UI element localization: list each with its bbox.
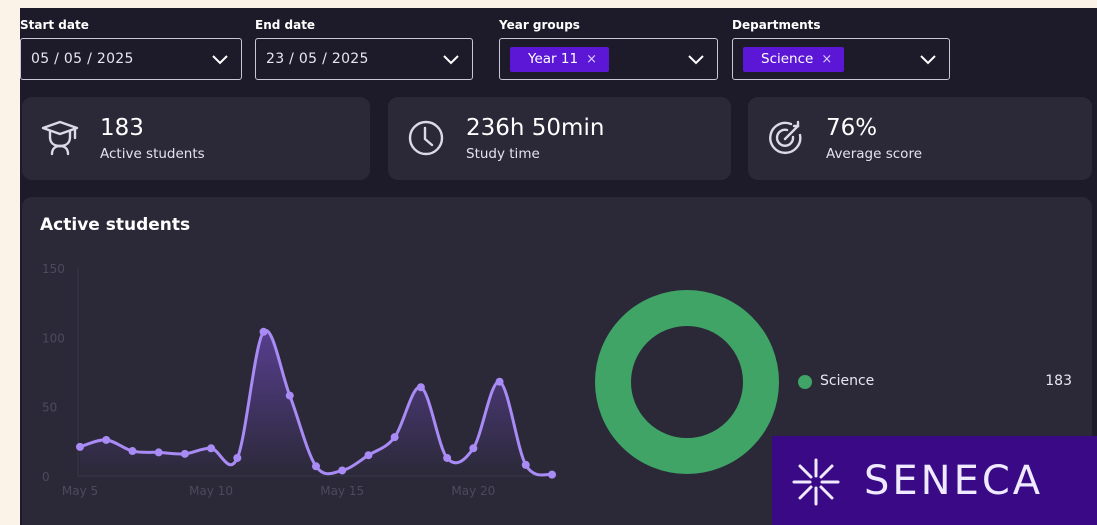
end-date-value: 23 / 05 / 2025 [266,51,369,67]
data-point [180,449,189,458]
chip-label: Year 11 [528,51,579,67]
x-tick-label: May 10 [189,484,233,498]
data-point [469,444,478,453]
donut-slice [595,290,779,474]
stat-label: Average score [826,146,923,162]
legend-value: 183 [1045,373,1072,389]
year-groups-label: Year groups [499,18,580,32]
year-groups-filter: Year groups [499,8,718,38]
end-date-select[interactable]: 23 / 05 / 2025 [255,38,473,80]
departments-select[interactable]: Science × [732,38,950,80]
y-tick-label: 50 [42,401,57,415]
data-point [495,377,504,386]
start-date-filter: Start date [20,8,242,38]
start-date-label: Start date [20,18,89,32]
x-tick-label: May 15 [320,484,364,498]
stat-value: 76% [826,115,878,141]
stat-label: Study time [466,146,540,162]
end-date-filter: End date [255,8,473,38]
clock-icon [408,120,444,156]
data-point [259,327,268,336]
seneca-logo-text: SENECA [864,458,1044,504]
legend-dot-science [798,375,812,389]
data-point [312,462,320,471]
stat-card-active-students: 183 Active students [22,97,370,180]
stat-value: 183 [100,115,144,141]
graduation-cap-icon [41,120,79,156]
data-point [364,451,373,460]
data-point [548,470,556,479]
data-point [76,442,84,451]
data-point [154,448,163,457]
seneca-starburst-icon [792,458,840,506]
data-point [521,460,530,469]
stat-label: Active students [100,146,205,162]
data-point [443,453,452,462]
legend-label: Science [820,373,875,389]
year-groups-select[interactable]: Year 11 × [499,38,718,80]
year-11-chip: Year 11 × [510,46,609,72]
chevron-down-icon [920,55,936,65]
science-chip: Science × [743,46,845,72]
departments-filter: Departments [732,8,950,38]
stat-value: 236h 50min [466,115,605,141]
y-tick-label: 150 [42,262,65,276]
x-tick-label: May 20 [451,484,495,498]
chevron-down-icon [212,55,228,65]
start-date-value: 05 / 05 / 2025 [31,51,134,67]
data-point [207,444,216,453]
active-students-line-chart: 150 100 50 0 May 5 May 10 May 15 May 20 [42,262,558,498]
x-tick-label: May 5 [62,484,98,498]
stat-card-study-time: 236h 50min Study time [388,97,731,180]
end-date-label: End date [255,18,316,32]
chevron-down-icon [443,55,459,65]
chip-label: Science [761,51,814,67]
chevron-down-icon [688,55,704,65]
data-point [128,447,137,456]
departments-label: Departments [732,18,821,32]
stat-card-average-score: 76% Average score [748,97,1092,180]
data-point [338,466,347,475]
data-point [390,433,399,442]
y-tick-label: 0 [42,470,50,484]
close-icon[interactable]: × [586,52,597,67]
seneca-logo: SENECA [772,436,1097,525]
start-date-select[interactable]: 05 / 05 / 2025 [20,38,242,80]
data-point [102,435,111,444]
data-point [416,383,425,392]
close-icon[interactable]: × [821,52,832,67]
series-area [80,330,552,476]
data-point [233,453,242,462]
y-tick-label: 100 [42,331,65,345]
data-point [285,391,294,400]
target-icon [769,120,802,155]
department-donut-chart [595,290,779,474]
